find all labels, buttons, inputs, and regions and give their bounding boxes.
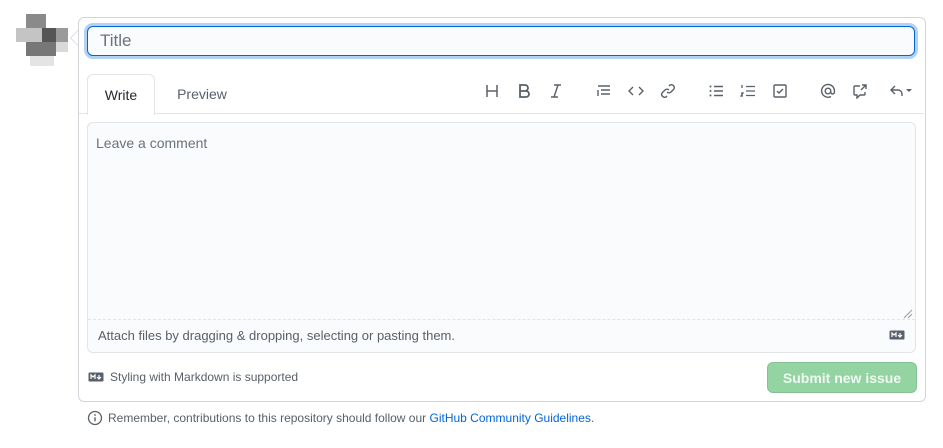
code-icon[interactable] xyxy=(624,80,648,102)
bold-icon[interactable] xyxy=(512,80,536,102)
mention-icon[interactable] xyxy=(816,80,840,102)
heading-icon[interactable] xyxy=(480,80,504,102)
link-icon[interactable] xyxy=(656,80,680,102)
quote-icon[interactable] xyxy=(592,80,616,102)
tab-write[interactable]: Write xyxy=(87,74,155,115)
numbered-list-icon[interactable] xyxy=(736,80,760,102)
cross-reference-icon[interactable] xyxy=(848,80,872,102)
italic-icon[interactable] xyxy=(544,80,568,102)
chevron-down-icon xyxy=(906,89,912,92)
comment-placeholder: Leave a comment xyxy=(96,135,208,151)
file-attachment-area[interactable]: Attach files by dragging & dropping, sel… xyxy=(88,319,915,352)
saved-replies-icon[interactable] xyxy=(884,80,918,102)
markdown-note[interactable]: Styling with Markdown is supported xyxy=(88,370,298,384)
markdown-icon xyxy=(88,372,104,382)
comment-textarea[interactable]: Leave a comment Attach files by dragging… xyxy=(87,122,916,353)
tab-preview[interactable]: Preview xyxy=(160,74,244,114)
resize-handle-icon[interactable] xyxy=(903,309,913,319)
bulleted-list-icon[interactable] xyxy=(704,80,728,102)
task-list-icon[interactable] xyxy=(768,80,792,102)
markdown-note-text: Styling with Markdown is supported xyxy=(110,370,299,384)
attach-files-text: Attach files by dragging & dropping, sel… xyxy=(98,328,455,343)
community-guidelines-note: Remember, contributions to this reposito… xyxy=(87,410,594,426)
title-input[interactable] xyxy=(87,26,915,56)
markdown-icon xyxy=(889,330,905,340)
info-icon xyxy=(87,410,103,426)
guidelines-text: Remember, contributions to this reposito… xyxy=(108,411,427,425)
community-guidelines-link[interactable]: GitHub Community Guidelines xyxy=(430,411,591,425)
submit-new-issue-button[interactable]: Submit new issue xyxy=(767,362,917,393)
avatar xyxy=(16,14,68,66)
